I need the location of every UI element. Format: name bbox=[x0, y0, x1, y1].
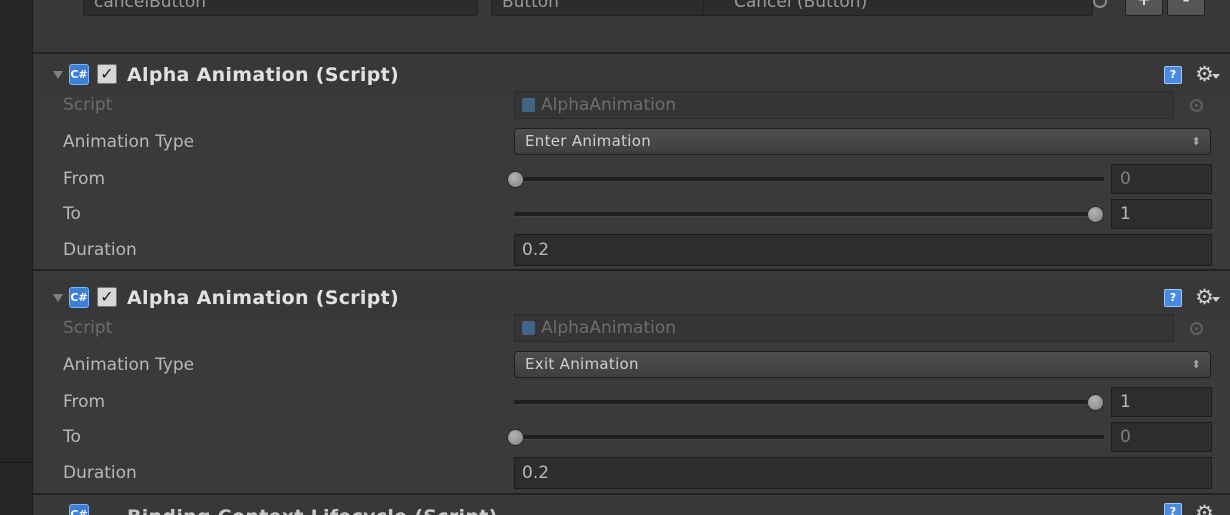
object-picker-icon[interactable] bbox=[1190, 99, 1203, 112]
field-name-input[interactable]: cancelButton bbox=[83, 0, 478, 16]
duration-row: Duration 0.2 bbox=[33, 233, 1230, 267]
animation-type-value: Exit Animation bbox=[525, 355, 639, 373]
help-icon[interactable]: ? bbox=[1164, 66, 1182, 84]
to-value-input[interactable]: 1 bbox=[1111, 199, 1212, 229]
from-value-input[interactable]: 0 bbox=[1111, 164, 1212, 194]
animation-type-value: Enter Animation bbox=[525, 132, 652, 150]
from-slider-track[interactable] bbox=[514, 177, 1104, 182]
object-picker-icon[interactable] bbox=[1190, 322, 1203, 335]
type-dropdown-value: Button bbox=[502, 0, 559, 12]
script-object-field: AlphaAnimation bbox=[514, 314, 1174, 342]
to-value-input[interactable]: 0 bbox=[1111, 422, 1212, 452]
dropdown-arrows-icon: ⬍ bbox=[1191, 135, 1201, 148]
animation-type-row: Animation Type Enter Animation ⬍ bbox=[33, 125, 1230, 159]
gear-caret-icon bbox=[1212, 74, 1220, 79]
to-slider-thumb[interactable] bbox=[507, 429, 524, 446]
gutter-divider bbox=[0, 462, 32, 463]
object-reference-field[interactable]: Cancel (Button) bbox=[703, 0, 1093, 16]
from-value-input[interactable]: 1 bbox=[1111, 387, 1212, 417]
component-title: Binding Context Lifecycle (Script) bbox=[127, 498, 498, 515]
remove-button[interactable]: - bbox=[1167, 0, 1205, 16]
component-header-binding-context[interactable]: C# Binding Context Lifecycle (Script) ? … bbox=[33, 497, 1230, 515]
animation-type-label: Animation Type bbox=[63, 132, 195, 152]
to-label: To bbox=[63, 427, 81, 447]
component-separator bbox=[33, 269, 1230, 271]
to-label: To bbox=[63, 204, 81, 224]
component-separator bbox=[33, 493, 1230, 495]
to-row: To 1 bbox=[33, 197, 1230, 231]
script-object-field: AlphaAnimation bbox=[514, 91, 1174, 119]
type-dropdown[interactable]: Button bbox=[491, 0, 721, 16]
duration-row: Duration 0.2 bbox=[33, 456, 1230, 490]
from-slider-thumb[interactable] bbox=[1087, 394, 1104, 411]
script-value: AlphaAnimation bbox=[541, 318, 677, 338]
from-slider-thumb[interactable] bbox=[507, 171, 524, 188]
duration-label: Duration bbox=[63, 463, 137, 483]
csharp-script-icon: C# bbox=[69, 64, 89, 85]
script-asset-icon bbox=[522, 98, 535, 112]
from-row: From 1 bbox=[33, 385, 1230, 419]
top-list-element-row: cancelButton Button Cancel (Button) + - bbox=[33, 0, 1230, 54]
animation-type-dropdown[interactable]: Exit Animation ⬍ bbox=[514, 351, 1211, 378]
duration-input[interactable]: 0.2 bbox=[514, 234, 1212, 266]
script-label: Script bbox=[63, 95, 113, 115]
help-icon[interactable]: ? bbox=[1164, 503, 1182, 515]
add-button[interactable]: + bbox=[1125, 0, 1163, 16]
left-gutter bbox=[0, 0, 33, 515]
component-enabled-checkbox[interactable]: ✓ bbox=[97, 64, 117, 84]
inspector-panel: cancelButton Button Cancel (Button) + - … bbox=[33, 0, 1230, 515]
dropdown-arrows-icon: ⬍ bbox=[1191, 358, 1201, 371]
animation-type-label: Animation Type bbox=[63, 355, 195, 375]
object-reference-value: Cancel (Button) bbox=[734, 0, 868, 12]
gear-caret-icon bbox=[1212, 297, 1220, 302]
duration-input[interactable]: 0.2 bbox=[514, 457, 1212, 489]
animation-type-row: Animation Type Exit Animation ⬍ bbox=[33, 348, 1230, 382]
script-asset-icon bbox=[522, 321, 535, 335]
script-row: Script AlphaAnimation bbox=[33, 311, 1230, 345]
help-icon[interactable]: ? bbox=[1164, 289, 1182, 307]
from-label: From bbox=[63, 392, 106, 412]
duration-label: Duration bbox=[63, 240, 137, 260]
script-row: Script AlphaAnimation bbox=[33, 88, 1230, 122]
to-row: To 0 bbox=[33, 420, 1230, 454]
gear-icon[interactable]: ⚙ bbox=[1195, 499, 1214, 515]
from-row: From 0 bbox=[33, 162, 1230, 196]
component-enabled-checkbox[interactable]: ✓ bbox=[97, 287, 117, 307]
from-label: From bbox=[63, 169, 106, 189]
from-slider-track[interactable] bbox=[514, 400, 1104, 405]
to-slider-thumb[interactable] bbox=[1087, 206, 1104, 223]
foldout-arrow-icon[interactable] bbox=[53, 294, 63, 302]
script-value: AlphaAnimation bbox=[541, 95, 677, 115]
foldout-arrow-icon[interactable] bbox=[53, 71, 63, 79]
script-label: Script bbox=[63, 318, 113, 338]
animation-type-dropdown[interactable]: Enter Animation ⬍ bbox=[514, 128, 1211, 155]
object-picker-icon[interactable] bbox=[1093, 0, 1107, 8]
to-slider-track[interactable] bbox=[514, 212, 1104, 217]
csharp-script-icon: C# bbox=[69, 504, 89, 515]
csharp-script-icon: C# bbox=[69, 287, 89, 308]
to-slider-track[interactable] bbox=[514, 435, 1104, 440]
